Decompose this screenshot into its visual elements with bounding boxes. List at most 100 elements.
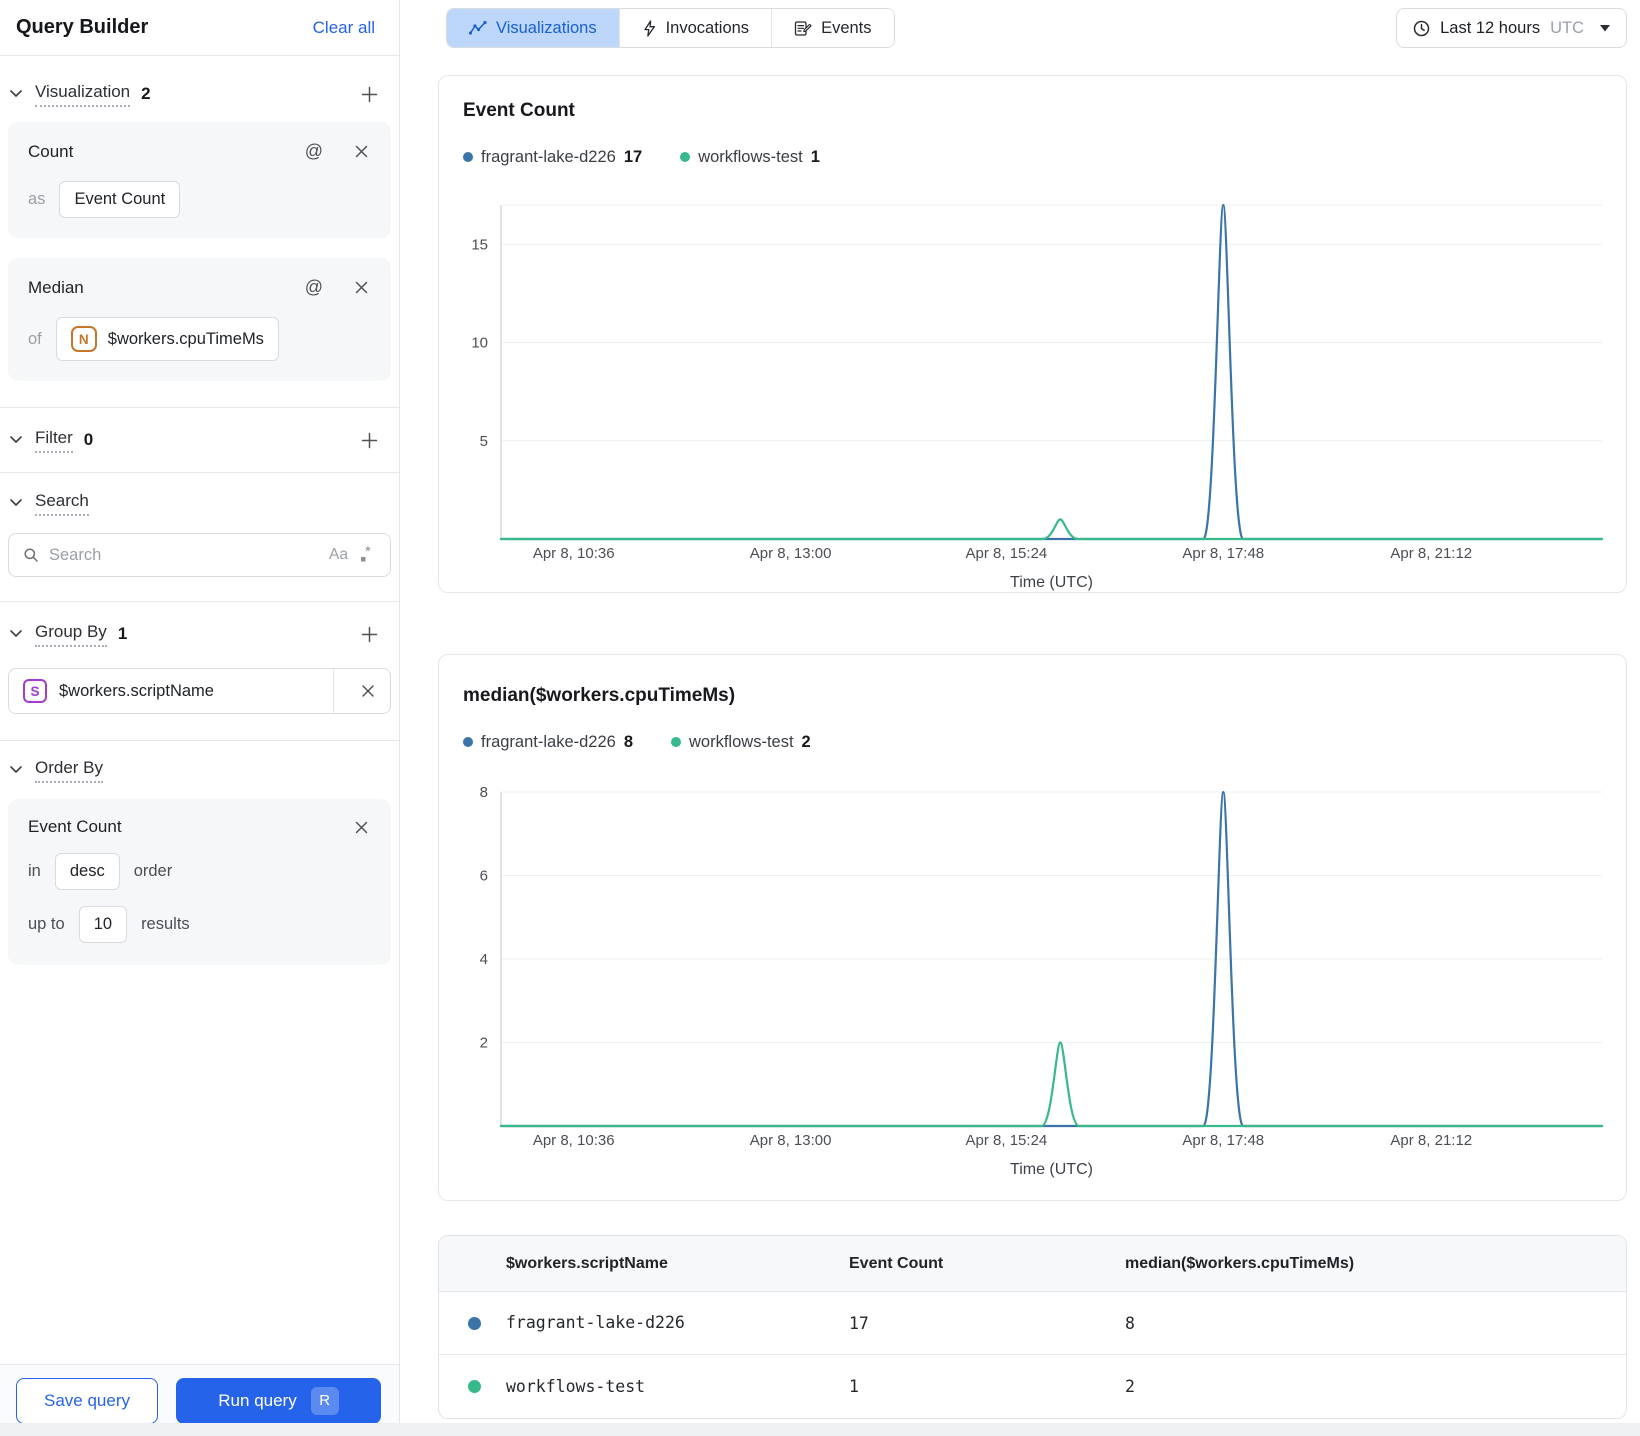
svg-text:15: 15	[471, 236, 488, 253]
time-range-selector[interactable]: Last 12 hours UTC	[1396, 8, 1627, 48]
search-input[interactable]	[49, 545, 320, 565]
svg-text:6: 6	[480, 868, 488, 885]
tab-label: Invocations	[665, 18, 750, 37]
chevron-down-icon[interactable]	[10, 630, 24, 638]
series-name: fragrant-lake-d226	[481, 732, 616, 751]
visualization-card-count: Count @ as Event Count	[8, 122, 391, 238]
chevron-down-icon[interactable]	[10, 436, 24, 444]
chevron-down-icon[interactable]	[10, 90, 24, 98]
chevron-down-icon[interactable]	[10, 766, 24, 774]
sort-direction-select[interactable]: desc	[54, 853, 120, 890]
series-total: 17	[623, 147, 643, 166]
search-box: Aa *	[8, 533, 391, 577]
visualization-section-label: Visualization	[35, 82, 131, 107]
save-query-button[interactable]: Save query	[16, 1377, 158, 1424]
group-by-item[interactable]: S $workers.scriptName	[8, 668, 391, 714]
run-query-label: Run query	[218, 1390, 297, 1410]
series-color-dot	[463, 737, 473, 747]
close-icon[interactable]	[352, 142, 371, 161]
svg-text:Apr 8, 21:12: Apr 8, 21:12	[1390, 1132, 1472, 1149]
svg-text:Apr 8, 21:12: Apr 8, 21:12	[1390, 545, 1472, 562]
form-pencil-icon	[794, 20, 812, 37]
svg-text:Time (UTC): Time (UTC)	[1010, 574, 1093, 591]
alias-value[interactable]: Event Count	[59, 181, 181, 218]
topbar: Visualizations Invocations Events Last 12 …	[438, 8, 1627, 48]
section-order-by: Order By	[0, 741, 399, 799]
tab-events[interactable]: Events	[772, 9, 894, 47]
tab-invocations[interactable]: Invocations	[619, 9, 773, 47]
event-count-cell: 1	[849, 1377, 859, 1396]
table-row[interactable]: workflows-test 1 2	[439, 1355, 1626, 1418]
svg-text:*: *	[365, 546, 371, 560]
line-chart-icon	[469, 20, 487, 36]
tab-visualizations[interactable]: Visualizations	[447, 9, 620, 47]
match-case-icon[interactable]: Aa	[329, 546, 348, 564]
section-visualization: Visualization 2	[0, 78, 399, 110]
chart-title: Event Count	[463, 100, 575, 121]
table-body: fragrant-lake-d226 17 8 workflows-test 1 2	[439, 1292, 1626, 1418]
table-row[interactable]: fragrant-lake-d226 17 8	[439, 1292, 1626, 1355]
svg-text:Apr 8, 10:36: Apr 8, 10:36	[533, 1132, 615, 1149]
caret-down-icon	[1600, 24, 1610, 32]
legend-item[interactable]: fragrant-lake-d226 17	[463, 148, 642, 167]
series-name: workflows-test	[698, 147, 803, 166]
close-icon[interactable]	[352, 278, 371, 297]
as-label: as	[28, 190, 46, 208]
group-by-field-name: $workers.scriptName	[59, 681, 214, 700]
group-by-section-label: Group By	[35, 622, 107, 647]
at-mention-icon[interactable]: @	[302, 274, 326, 301]
median-cell: 8	[1125, 1313, 1135, 1333]
search-icon	[23, 547, 39, 563]
chevron-down-icon[interactable]	[10, 499, 24, 507]
tab-label: Events	[821, 18, 872, 37]
result-limit-input[interactable]: 10	[78, 906, 128, 943]
section-search: Search	[0, 473, 399, 533]
chart-title: median($workers.cpuTimeMs)	[463, 685, 736, 706]
series-total: 1	[810, 147, 820, 166]
results-label: results	[141, 915, 190, 933]
string-field-icon: S	[23, 679, 47, 703]
add-filter-button[interactable]	[358, 429, 381, 452]
filter-count-badge: 0	[83, 430, 94, 449]
series-name: workflows-test	[689, 732, 794, 751]
legend-item[interactable]: workflows-test 1	[680, 148, 820, 167]
median-cputime-line-chart[interactable]: 2 4 6 8 Apr 8, 10:36 Apr 8, 13:00 Apr 8, 15:24…	[463, 779, 1604, 1179]
close-icon[interactable]	[352, 818, 371, 837]
up-to-label: up to	[28, 915, 65, 933]
clear-all-link[interactable]: Clear all	[313, 18, 375, 38]
column-header: Event Count	[849, 1254, 944, 1272]
main-content: Visualizations Invocations Events Last 12 …	[401, 0, 1640, 1436]
svg-text:Apr 8, 17:48: Apr 8, 17:48	[1182, 545, 1264, 562]
add-group-by-button[interactable]	[358, 623, 381, 646]
event-count-chart-card: Event Count fragrant-lake-d226 17 workflow…	[438, 75, 1627, 593]
time-range-value: Last 12 hours	[1440, 18, 1541, 37]
series-color-dot	[680, 152, 691, 162]
remove-group-by-button[interactable]	[346, 669, 390, 713]
tab-label: Visualizations	[496, 18, 597, 37]
column-header: $workers.scriptName	[506, 1254, 668, 1272]
card-title: Count	[28, 141, 74, 161]
order-label: order	[133, 862, 173, 880]
group-by-count-badge: 1	[117, 624, 128, 643]
chart-legend: fragrant-lake-d226 8 workflows-test 2	[463, 731, 1602, 753]
run-query-button[interactable]: Run query R	[176, 1377, 381, 1424]
table-header-row: $workers.scriptName Event Count median($…	[439, 1236, 1626, 1292]
results-table: $workers.scriptName Event Count median($…	[438, 1235, 1627, 1419]
svg-text:5: 5	[480, 433, 488, 450]
event-count-line-chart[interactable]: 5 10 15 Apr 8, 10:36 Apr 8, 13:00 Apr 8, 15:2…	[463, 192, 1604, 592]
timezone-label: UTC	[1550, 18, 1584, 37]
of-label: of	[28, 329, 42, 348]
script-name: fragrant-lake-d226	[506, 1313, 685, 1332]
legend-item[interactable]: workflows-test 2	[671, 733, 811, 752]
add-visualization-button[interactable]	[358, 83, 381, 106]
legend-item[interactable]: fragrant-lake-d226 8	[463, 733, 633, 752]
column-header: median($workers.cpuTimeMs)	[1125, 1254, 1355, 1272]
field-name: $workers.cpuTimeMs	[107, 329, 264, 348]
median-cell: 2	[1125, 1377, 1135, 1396]
script-name-cell: fragrant-lake-d226	[439, 1313, 849, 1333]
regex-icon[interactable]: *	[358, 546, 376, 564]
field-value[interactable]: N $workers.cpuTimeMs	[55, 317, 279, 361]
at-mention-icon[interactable]: @	[302, 138, 326, 165]
order-by-card: Event Count in desc order up to 10 resul…	[8, 799, 391, 965]
svg-text:Time (UTC): Time (UTC)	[1010, 1161, 1093, 1178]
